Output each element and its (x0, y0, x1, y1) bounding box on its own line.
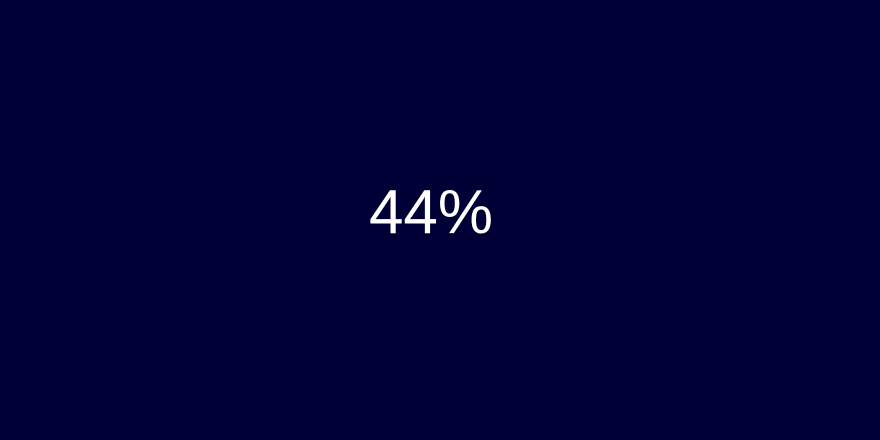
liquid-fill-chart: 44% (0, 0, 880, 440)
percent-label: 44% (368, 178, 494, 247)
